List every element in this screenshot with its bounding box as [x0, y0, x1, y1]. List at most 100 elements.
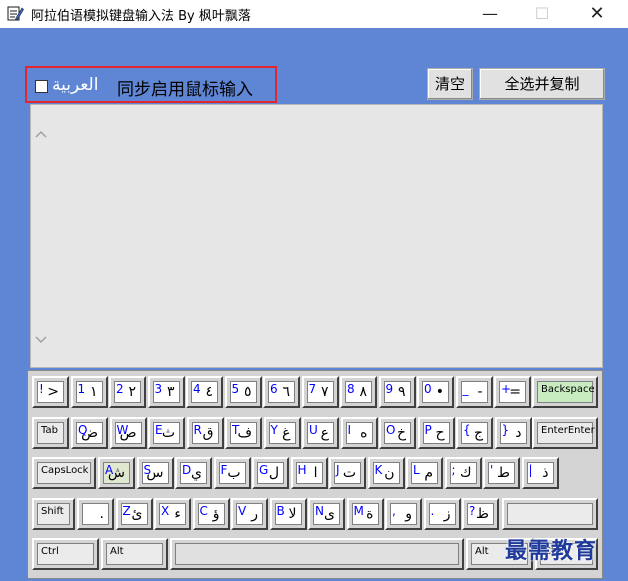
- key-w[interactable]: Wص: [109, 417, 147, 449]
- key-a[interactable]: Aش: [98, 457, 135, 489]
- key-face: 5٥: [229, 381, 257, 403]
- key-5[interactable]: 5٥: [224, 376, 262, 408]
- key-face: Ctrl: [37, 543, 94, 565]
- key-0[interactable]: 0 •: [417, 376, 454, 408]
- key-+[interactable]: + =: [494, 376, 531, 408]
- key-z[interactable]: Zئ: [115, 498, 153, 530]
- key-|[interactable]: | ذ: [521, 457, 559, 489]
- key-,[interactable]: ,و: [385, 498, 422, 530]
- key-v[interactable]: Vر: [231, 498, 268, 530]
- key-n[interactable]: Nى: [308, 498, 345, 530]
- key-face: Alt: [106, 543, 163, 565]
- key-latin-label: 5: [231, 382, 240, 396]
- key-f[interactable]: Fب: [213, 457, 251, 489]
- key-latin-label: K: [374, 463, 383, 477]
- right-shift-key[interactable]: [502, 498, 598, 530]
- key-latin-label: ,: [392, 504, 396, 518]
- key-e[interactable]: Eث: [148, 417, 185, 449]
- key-latin-label: 9: [385, 382, 394, 396]
- key-face: Eث: [153, 422, 180, 444]
- key-r[interactable]: Rق: [186, 417, 224, 449]
- key-?[interactable]: ? ظ: [462, 498, 499, 530]
- key-{[interactable]: {ج: [456, 417, 493, 449]
- key-j[interactable]: Jت: [329, 457, 366, 489]
- key-9[interactable]: 9٩: [378, 376, 416, 408]
- key-1[interactable]: 1١: [70, 376, 108, 408]
- maximize-button[interactable]: ☐: [519, 0, 565, 28]
- key-d[interactable]: Dي: [175, 457, 212, 489]
- key-g[interactable]: Gل: [252, 457, 289, 489]
- key-p[interactable]: Pح: [417, 417, 455, 449]
- key-arabic-label: ذ: [542, 465, 549, 481]
- key-latin-label: H: [297, 463, 307, 477]
- key-face: ' ط: [488, 462, 515, 484]
- key-3[interactable]: 3٣: [147, 376, 185, 408]
- key-i[interactable]: Iه: [340, 417, 378, 449]
- key-face: Tab: [37, 422, 64, 444]
- key-6[interactable]: 6٦: [263, 376, 300, 408]
- key-_[interactable]: _ -: [455, 376, 493, 408]
- key-c[interactable]: Cؤ: [192, 498, 230, 530]
- key-latin-label: !: [39, 382, 44, 396]
- key-8[interactable]: 8٨: [340, 376, 377, 408]
- key-u[interactable]: Uع: [302, 417, 339, 449]
- close-button[interactable]: ✕: [574, 0, 620, 28]
- key-k[interactable]: Kن: [367, 457, 405, 489]
- key-.[interactable]: .ز: [423, 498, 461, 530]
- key-face: [175, 543, 459, 565]
- vertical-scrollbar[interactable]: [31, 105, 51, 367]
- title-bar[interactable]: 阿拉伯语模拟键盘输入法 By 枫叶飘落 — ☐ ✕: [0, 0, 628, 28]
- key-4[interactable]: 4٤: [186, 376, 223, 408]
- key-x[interactable]: Xء: [154, 498, 191, 530]
- key-face: ? ظ: [467, 503, 494, 525]
- key-'[interactable]: ' ط: [483, 457, 520, 489]
- enter-key[interactable]: EnterEnter: [532, 417, 598, 449]
- key-face: Rق: [191, 422, 219, 444]
- key-![interactable]: ! >: [32, 376, 69, 408]
- key-char[interactable]: .: [77, 498, 114, 530]
- key-arabic-label: د: [515, 425, 522, 441]
- key-l[interactable]: Lم: [406, 457, 443, 489]
- key-arabic-label: ٥: [243, 384, 252, 400]
- key-y[interactable]: Yغ: [263, 417, 301, 449]
- key-b[interactable]: B لا: [269, 498, 307, 530]
- key-;[interactable]: ; ك: [444, 457, 482, 489]
- key-m[interactable]: Mة: [346, 498, 384, 530]
- backspace-key[interactable]: Backspace: [532, 376, 598, 408]
- key-q[interactable]: Qض: [71, 417, 108, 449]
- key-arabic-label: ئ: [131, 506, 143, 522]
- alt-key[interactable]: Alt: [101, 538, 168, 570]
- key-face: Sس: [141, 462, 169, 484]
- shift-key[interactable]: Shift: [32, 498, 75, 530]
- key-face: .: [82, 503, 109, 525]
- key-face: Shift: [37, 503, 70, 525]
- key-face: 0 •: [422, 381, 449, 403]
- key-2[interactable]: 2٢: [109, 376, 146, 408]
- key-face: Lم: [411, 462, 438, 484]
- text-editor[interactable]: [30, 104, 603, 368]
- select-all-copy-button[interactable]: 全选并复制: [479, 68, 605, 100]
- scroll-up-icon[interactable]: [34, 127, 48, 141]
- ctrl-key[interactable]: Ctrl: [32, 538, 99, 570]
- sync-mouse-checkbox[interactable]: [35, 80, 48, 93]
- key-t[interactable]: Tف: [225, 417, 262, 449]
- minimize-button[interactable]: —: [467, 0, 513, 28]
- key-arabic-label: غ: [282, 425, 291, 441]
- key-latin-label: ': [490, 463, 494, 477]
- tab-key[interactable]: Tab: [32, 417, 69, 449]
- key-face: CapsLock: [37, 462, 91, 484]
- key-latin-label: L: [413, 463, 420, 477]
- key-face: Mة: [351, 503, 379, 525]
- key-latin-label: C: [199, 504, 208, 518]
- key-s[interactable]: Sس: [136, 457, 174, 489]
- key-label: Alt: [110, 546, 124, 557]
- scroll-down-icon[interactable]: [34, 333, 48, 347]
- clear-button[interactable]: 清空: [427, 68, 473, 100]
- capslock-key[interactable]: CapsLock: [32, 457, 96, 489]
- space-key[interactable]: [170, 538, 464, 570]
- key-7[interactable]: 7٧: [301, 376, 339, 408]
- sync-mouse-label[interactable]: 同步启用鼠标输入: [117, 75, 253, 100]
- key-o[interactable]: Oخ: [379, 417, 416, 449]
- key-h[interactable]: Hا: [290, 457, 328, 489]
- key-}[interactable]: } د: [494, 417, 532, 449]
